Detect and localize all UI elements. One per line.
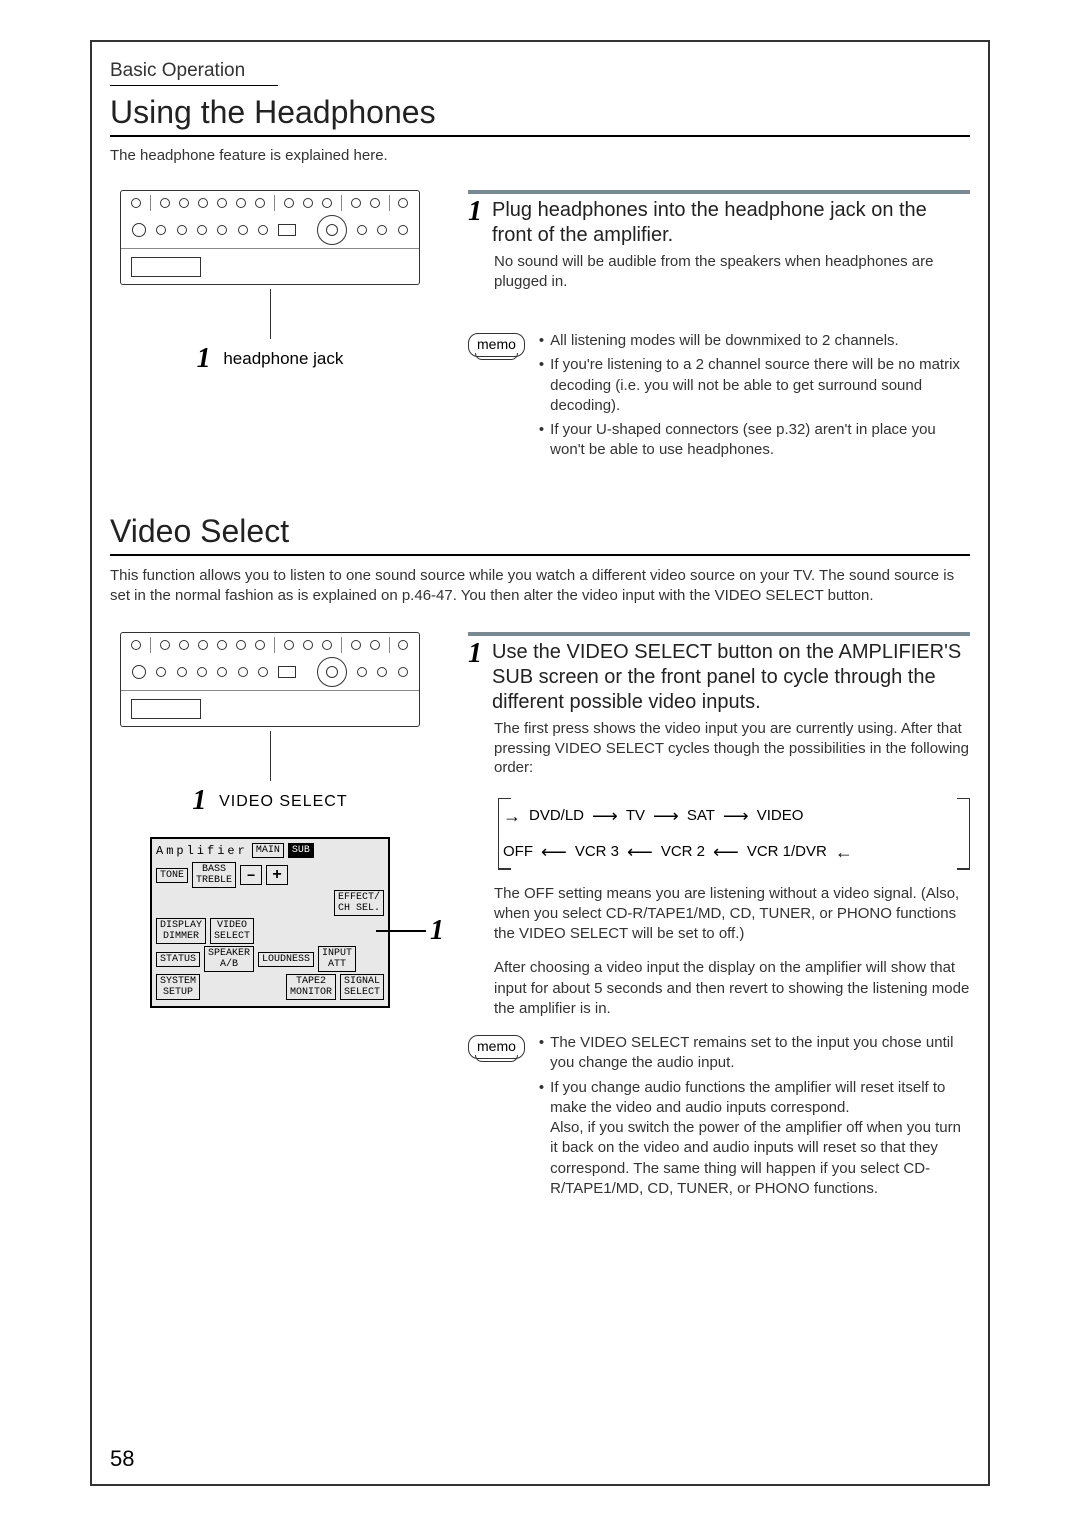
speaker-ab-button[interactable]: SPEAKER A/B [204,946,254,972]
step-body: The first press shows the video input yo… [494,719,970,778]
sub-indicator: SUB [288,843,314,858]
memo-item: If your U-shaped connectors (see p.32) a… [550,420,970,461]
memo-item: All listening modes will be downmixed to… [550,331,899,351]
video-intro: This function allows you to listen to on… [110,566,970,607]
page-number: 58 [110,1446,134,1472]
video-heading: Video Select [110,513,970,556]
para-after: After choosing a video input the display… [494,958,970,1019]
caption-text: VIDEO SELECT [219,793,347,810]
memo-list: •The VIDEO SELECT remains set to the inp… [539,1033,970,1203]
video-select-button[interactable]: VIDEO SELECT [210,918,254,944]
page-content: Basic Operation Using the Headphones The… [110,60,970,1466]
display-dimmer-button[interactable]: DISPLAYDIMMER [156,918,206,944]
cycle-item: DVD/LD [529,801,584,831]
remote-title: Amplifier [156,844,248,858]
step-number: 1 [468,198,482,226]
section-tab: Basic Operation [110,60,278,86]
memo-item: If you're listening to a 2 channel sourc… [550,355,970,416]
signal-select-button[interactable]: SIGNAL SELECT [340,974,384,1000]
cycle-item: VCR 1/DVR [747,837,827,867]
minus-button[interactable]: – [240,865,262,885]
amplifier-diagram [120,632,420,727]
para-off: The OFF setting means you are listening … [494,884,970,945]
cycle-item: SAT [687,801,715,831]
status-button[interactable]: STATUS [156,952,200,967]
cycle-item: VCR 3 [575,837,619,867]
system-setup-button[interactable]: SYSTEM SETUP [156,974,200,1000]
headphones-intro: The headphone feature is explained here. [110,147,970,164]
plus-button[interactable]: + [266,865,288,885]
video-select-caption: 1 VIDEO SELECT [110,785,430,817]
leader-line [270,289,271,339]
amplifier-diagram [120,190,420,285]
cycle-item: OFF [503,837,533,867]
input-att-button[interactable]: INPUT ATT [318,946,356,972]
step-body: No sound will be audible from the speake… [494,252,970,291]
tape-monitor-button[interactable]: TAPE2 MONITOR [286,974,336,1000]
remote-leader-number: 1 [430,915,444,947]
remote-leader: 1 [376,915,444,947]
main-indicator: MAIN [252,843,284,858]
bass-treble-label: BASSTREBLE [192,862,236,888]
caption-number: 1 [192,785,206,816]
leader-line [270,731,271,781]
memo-badge: memo [468,333,525,357]
headphone-jack-caption: 1 headphone jack [110,343,430,375]
headphones-heading: Using the Headphones [110,94,970,137]
cycle-diagram: →DVD/LD ⟶TV ⟶SAT ⟶VIDEO OFF⟵ VCR 3⟵ VCR … [498,798,970,870]
cycle-item: VCR 2 [661,837,705,867]
step-title: Plug headphones into the headphone jack … [492,198,970,248]
memo-list: •All listening modes will be downmixed t… [539,331,970,465]
remote-sub-screen: Amplifier MAIN SUB TONE BASSTREBLE – + E… [150,837,390,1008]
loudness-button[interactable]: LOUDNESS [258,952,314,967]
step-number: 1 [468,640,482,668]
cycle-item: VIDEO [757,801,804,831]
caption-number: 1 [197,343,211,374]
step-title: Use the VIDEO SELECT button on the AMPLI… [492,640,970,715]
tone-button[interactable]: TONE [156,868,188,883]
memo-item: The VIDEO SELECT remains set to the inpu… [550,1033,970,1074]
memo-badge: memo [468,1035,525,1059]
effect-ch-sel-button[interactable]: EFFECT/ CH SEL. [334,890,384,916]
caption-text: headphone jack [223,349,343,368]
cycle-item: TV [626,801,645,831]
memo-item: If you change audio functions the amplif… [550,1078,970,1200]
